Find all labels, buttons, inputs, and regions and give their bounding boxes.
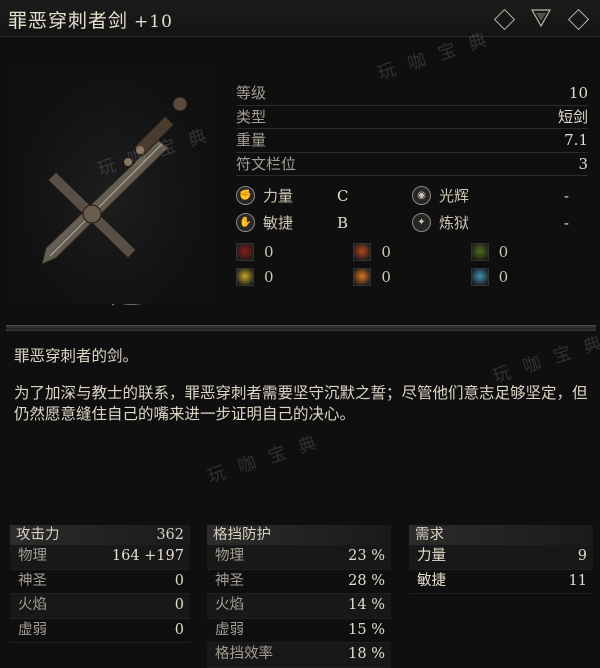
scaling-strength: ✊ 力量 C	[236, 185, 412, 206]
attack-power-panel: 攻击力 362 物理 164 +197 神圣 0 火焰 0 虚弱 0	[10, 525, 190, 643]
title-icons	[492, 7, 590, 31]
item-upgrade-level: +10	[134, 12, 173, 32]
stat-row-weight: 重量 7.1	[236, 129, 588, 153]
requirement-row-dexterity: 敏捷 11	[409, 570, 593, 594]
guard-row-fire: 火焰 14 %	[207, 594, 391, 619]
item-stats: 等级 10 类型 短剑 重量 7.1 符文栏位 3	[236, 82, 588, 176]
scaling-inferno: ✦ 炼狱 -	[412, 212, 588, 233]
resist-blood: 0	[236, 242, 353, 261]
stat-row-rune-slots: 符文栏位 3	[236, 153, 588, 176]
requirement-row-strength: 力量 9	[409, 545, 593, 570]
fire-resist-icon	[353, 242, 372, 261]
diamond-icon[interactable]	[492, 7, 516, 31]
strength-icon: ✊	[236, 186, 255, 205]
attack-row-fire: 火焰 0	[10, 594, 190, 619]
attribute-scaling: ✊ 力量 C ◉ 光辉 - ✋ 敏捷 B ✦ 炼狱 -	[236, 182, 588, 236]
guard-panel: 格挡防护 物理 23 % 神圣 28 % 火焰 14 % 虚弱 15 % 格挡效率 18 …	[207, 525, 391, 668]
description-short: 罪恶穿刺者的剑。	[14, 347, 139, 365]
scaling-radiance: ◉ 光辉 -	[412, 185, 588, 206]
resist-burn: 0	[353, 267, 470, 286]
frost-resist-icon	[470, 267, 489, 286]
guard-header: 格挡防护	[207, 525, 391, 545]
sword-image	[41, 96, 188, 265]
inferno-icon: ✦	[412, 213, 431, 232]
resist-frost: 0	[470, 267, 588, 286]
guard-row-holy: 神圣 28 %	[207, 570, 391, 594]
weapon-artwork-frame	[8, 62, 216, 304]
diamond-outline-icon[interactable]	[566, 7, 590, 31]
dexterity-icon: ✋	[236, 213, 255, 232]
requirements-panel: 需求 力量 9 敏捷 11	[409, 525, 593, 594]
attack-row-frailty: 虚弱 0	[10, 619, 190, 643]
blood-resist-icon	[236, 242, 254, 261]
section-divider	[6, 325, 596, 332]
item-title: 罪恶穿刺者剑 +10	[8, 6, 173, 33]
title-bar: 罪恶穿刺者剑 +10	[0, 0, 600, 37]
item-description: 罪恶穿刺者的剑。 为了加深与教士的联系，罪恶穿刺者需要坚守沉默之誓；尽管他们意志…	[14, 346, 590, 441]
attack-power-header: 攻击力 362	[10, 525, 190, 545]
guard-row-physical: 物理 23 %	[207, 545, 391, 570]
burn-resist-icon	[353, 267, 372, 286]
light-resist-icon	[236, 267, 254, 286]
stat-row-level: 等级 10	[236, 82, 588, 106]
attack-row-holy: 神圣 0	[10, 570, 190, 594]
status-resistances: 0 0 0 0 0 0	[236, 239, 588, 289]
radiance-icon: ◉	[412, 186, 431, 205]
resist-poison: 0	[470, 242, 588, 261]
scaling-dexterity: ✋ 敏捷 B	[236, 212, 412, 233]
triangle-filter-icon[interactable]	[530, 7, 552, 28]
poison-resist-icon	[470, 242, 489, 261]
guard-row-frailty: 虚弱 15 %	[207, 619, 391, 643]
resist-fire: 0	[353, 242, 470, 261]
stat-row-type: 类型 短剑	[236, 106, 588, 129]
description-lore: 为了加深与教士的联系，罪恶穿刺者需要坚守沉默之誓；尽管他们意志足够坚定，但仍然愿…	[14, 384, 588, 423]
guard-row-boost: 格挡效率 18 %	[207, 643, 391, 668]
attack-row-physical: 物理 164 +197	[10, 545, 190, 570]
resist-light: 0	[236, 267, 353, 286]
item-name: 罪恶穿刺者剑	[8, 10, 129, 32]
requirements-header: 需求	[409, 525, 593, 545]
